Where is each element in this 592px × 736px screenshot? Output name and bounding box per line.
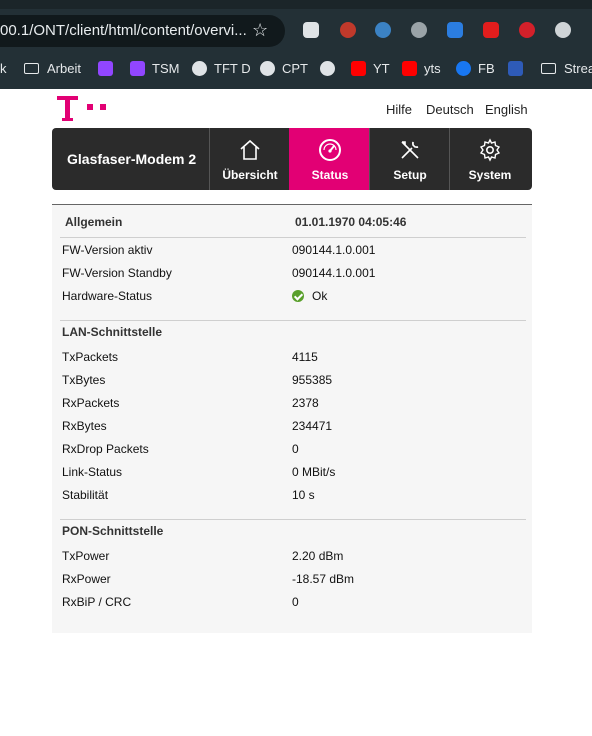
record-extension-icon[interactable] (519, 22, 535, 38)
tab-strip (0, 0, 592, 9)
gear-icon (479, 138, 501, 162)
globe-icon (192, 60, 207, 76)
row-label: FW-Version Standby (62, 266, 172, 280)
bookmark-item[interactable]: k (0, 56, 7, 80)
speedometer-icon (319, 139, 341, 161)
divider (60, 320, 526, 321)
tool-extension-icon[interactable] (411, 22, 427, 38)
row-value: 090144.1.0.001 (292, 243, 376, 257)
profile-extension-icon[interactable] (555, 22, 571, 38)
row-value: 2378 (292, 396, 319, 410)
tab-system[interactable]: System (449, 128, 529, 190)
tab-label: System (468, 168, 512, 182)
system-datetime: 01.01.1970 04:05:46 (295, 215, 407, 229)
status-panel: Allgemein 01.01.1970 04:05:46 FW-Version… (52, 204, 532, 633)
bookmark-label: TFT D (214, 60, 251, 76)
tab-setup[interactable]: Setup (369, 128, 449, 190)
bookmark-tsm[interactable]: TSM (130, 56, 179, 80)
bookmark-twitch[interactable] (98, 56, 120, 80)
check-circle-icon (292, 290, 304, 302)
bookmark-label: Arbeit (47, 60, 81, 76)
bookmark-label: Strea (564, 60, 592, 76)
raspberry-extension-icon[interactable] (340, 22, 356, 38)
telekom-logo (57, 96, 117, 124)
puzzle-extension-icon[interactable] (375, 22, 391, 38)
row-value: 4115 (292, 350, 318, 364)
bookmark-label: YT (373, 60, 390, 76)
shield-extension-icon[interactable] (303, 22, 319, 38)
home-icon (240, 139, 260, 160)
row-value: Ok (312, 289, 328, 303)
tab-uebersicht[interactable]: Übersicht (209, 128, 289, 190)
section-title-allgemein: Allgemein (65, 215, 123, 229)
bookmark-yts[interactable]: yts (402, 56, 441, 80)
bookmark-app[interactable] (508, 56, 530, 80)
row-label: TxBytes (62, 373, 106, 387)
blue-extension-icon[interactable] (447, 22, 463, 38)
youtube-extension-icon[interactable] (483, 22, 499, 38)
divider (60, 237, 526, 238)
help-link[interactable]: Hilfe (386, 102, 412, 117)
row-label: Stabilität (62, 488, 109, 502)
row-label: RxDrop Packets (62, 442, 149, 456)
row-value: 2.20 dBm (292, 549, 344, 563)
twitch-icon (98, 60, 113, 76)
openai-icon (260, 60, 275, 76)
row-value: -18.57 dBm (292, 572, 355, 586)
main-nav: Glasfaser-Modem 2 Übersicht Status Setup… (52, 128, 532, 190)
row-label: TxPackets (62, 350, 119, 364)
row-value: 090144.1.0.001 (292, 266, 376, 280)
bookmark-label: k (0, 60, 7, 76)
browser-chrome: 00.1/ONT/client/html/content/overvi... ☆… (0, 0, 592, 89)
bookmark-fb[interactable]: FB (456, 56, 495, 80)
tab-status[interactable]: Status (289, 128, 369, 190)
row-label: RxPower (62, 572, 111, 586)
section-title-lan: LAN-Schnittstelle (62, 325, 163, 339)
row-label: RxBiP / CRC (62, 595, 132, 609)
app-icon (508, 60, 523, 76)
tab-label: Status (311, 168, 349, 182)
row-value: 0 (292, 442, 299, 456)
bookmarks-bar: k Arbeit TSM TFT D CPT YT yts FB Strea (0, 56, 592, 80)
tools-icon (401, 141, 419, 159)
row-label: RxPackets (62, 396, 120, 410)
folder-icon (24, 62, 39, 74)
url-text[interactable]: 00.1/ONT/client/html/content/overvi... (0, 22, 247, 39)
language-english-link[interactable]: English (485, 102, 528, 117)
language-deutsch-link[interactable]: Deutsch (426, 102, 474, 117)
row-label: TxPower (62, 549, 110, 563)
twitch-icon (130, 60, 145, 76)
bookmark-tft-d[interactable]: TFT D (192, 56, 251, 80)
youtube-icon (351, 60, 366, 76)
row-value: 10 s (292, 488, 315, 502)
youtube-icon (402, 60, 417, 76)
row-value: 955385 (292, 373, 333, 387)
device-name: Glasfaser-Modem 2 (67, 151, 197, 167)
bookmark-label: FB (478, 60, 495, 76)
bookmark-label: yts (424, 60, 441, 76)
bookmark-label: TSM (152, 60, 180, 76)
section-title-pon: PON-Schnittstelle (62, 524, 164, 538)
row-label: FW-Version aktiv (62, 243, 153, 257)
bookmark-label: CPT (282, 60, 308, 76)
bookmark-folder-arbeit[interactable]: Arbeit (24, 56, 81, 80)
tab-label: Setup (393, 168, 427, 182)
bookmark-star-icon[interactable]: ☆ (252, 20, 268, 41)
row-label: Hardware-Status (62, 289, 153, 303)
bookmark-folder-stream[interactable]: Strea (541, 56, 592, 80)
openai-icon (320, 60, 335, 76)
row-label: RxBytes (62, 419, 107, 433)
tab-label: Übersicht (222, 168, 278, 182)
bookmark-openai[interactable] (320, 56, 342, 80)
row-label: Link-Status (62, 465, 123, 479)
facebook-icon (456, 60, 471, 76)
row-value: 0 (292, 595, 299, 609)
bookmark-cpt[interactable]: CPT (260, 56, 308, 80)
divider (60, 519, 526, 520)
row-value: 0 MBit/s (292, 465, 336, 479)
row-value: 234471 (292, 419, 333, 433)
bookmark-yt[interactable]: YT (351, 56, 390, 80)
hardware-status-value: Ok (292, 289, 327, 303)
folder-icon (541, 62, 556, 74)
